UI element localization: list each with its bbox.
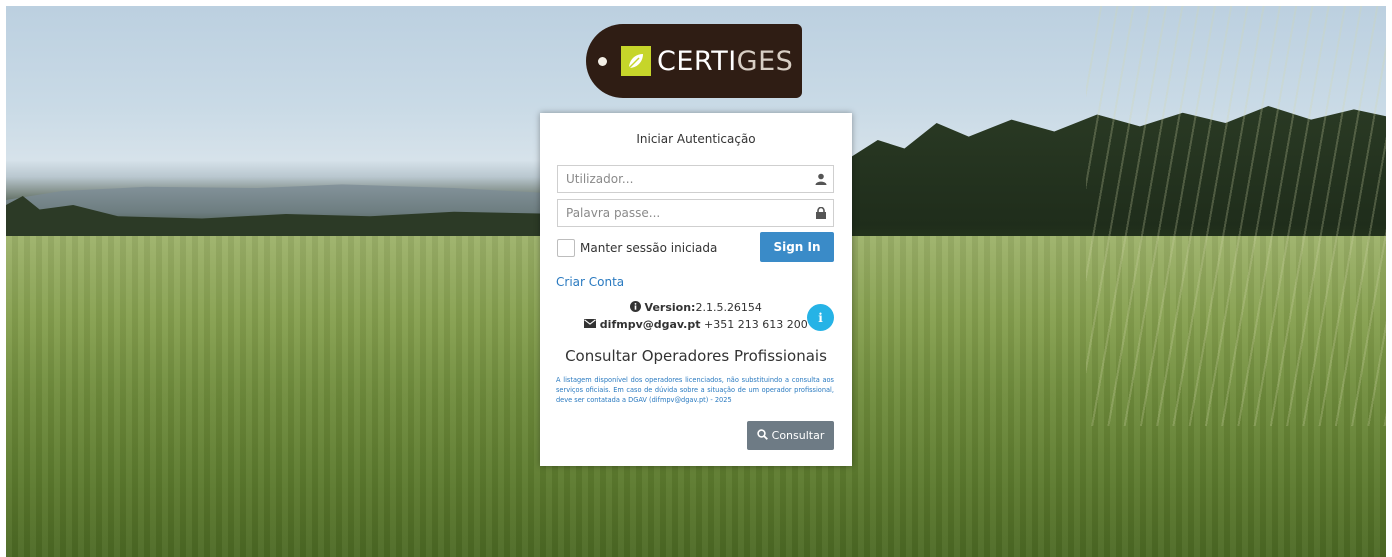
sign-in-button[interactable]: Sign In <box>760 232 834 262</box>
contact-email: difmpv@dgav.pt <box>599 318 701 331</box>
info-circle-icon <box>630 301 645 314</box>
consult-button[interactable]: Consultar <box>747 421 834 450</box>
contact-line: difmpv@dgav.pt +351 213 613 200 <box>540 318 852 331</box>
background-grass <box>1086 6 1386 426</box>
remember-label: Manter sessão iniciada <box>580 241 718 255</box>
password-input[interactable] <box>558 201 809 225</box>
consult-label: Consultar <box>771 429 825 442</box>
logo-text-secondary: GES <box>736 45 794 77</box>
create-account-link[interactable]: Criar Conta <box>556 275 624 289</box>
lock-icon <box>809 207 833 219</box>
leaf-icon <box>621 46 651 76</box>
version-label: Version: <box>644 301 696 314</box>
logo-wordmark: CERTIGES <box>657 46 793 77</box>
envelope-icon <box>584 318 600 331</box>
tag-hole <box>598 56 607 66</box>
operators-heading: Consultar Operadores Profissionais <box>565 347 827 365</box>
remember-checkbox[interactable] <box>557 239 575 257</box>
login-title: Iniciar Autenticação <box>636 132 756 146</box>
contact-phone: +351 213 613 200 <box>704 318 808 331</box>
password-field[interactable] <box>557 199 834 227</box>
operators-notice: A listagem disponível dos operadores lic… <box>556 376 834 404</box>
version-line: Version:2.1.5.26154 <box>540 301 852 314</box>
username-input[interactable] <box>558 167 809 191</box>
login-panel: Iniciar Autenticação Manter sessão inici… <box>540 113 852 466</box>
certiges-logo: CERTIGES <box>586 24 802 98</box>
remember-session[interactable]: Manter sessão iniciada <box>557 239 717 257</box>
username-field[interactable] <box>557 165 834 193</box>
info-button[interactable]: i <box>807 304 834 331</box>
info-icon: i <box>818 310 823 325</box>
user-icon <box>809 173 833 185</box>
logo-text-primary: CERTI <box>657 45 737 77</box>
version-value: 2.1.5.26154 <box>695 301 762 314</box>
search-icon <box>756 429 768 442</box>
